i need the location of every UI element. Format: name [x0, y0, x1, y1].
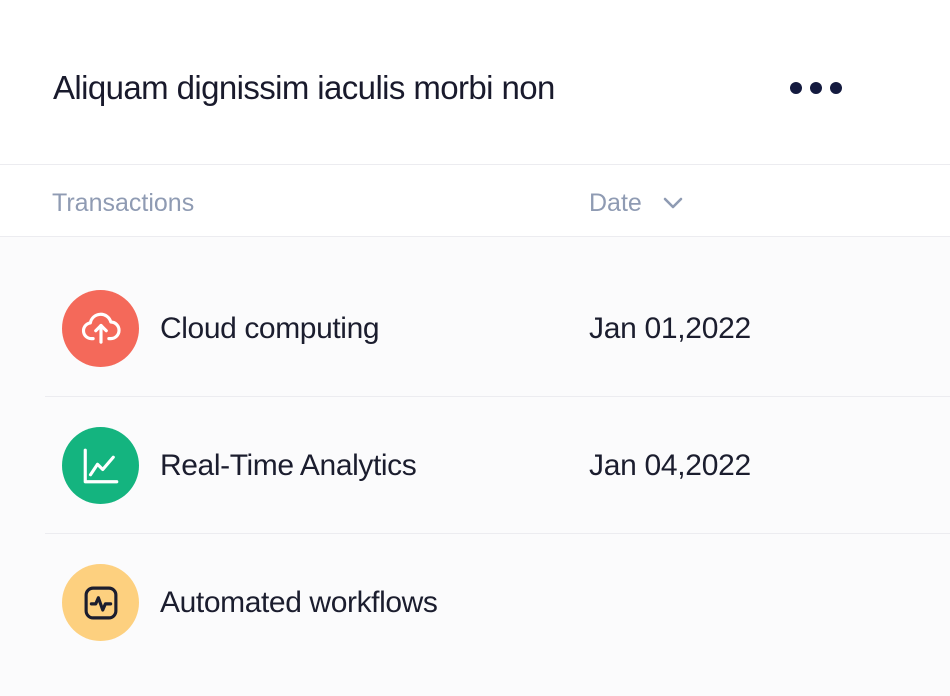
row-name: Real-Time Analytics [160, 449, 417, 482]
row-name: Cloud computing [160, 312, 380, 345]
table-row[interactable]: Real-Time Analytics Jan 04,2022 [45, 397, 950, 534]
column-header-transactions: Transactions [52, 189, 195, 217]
cloud-upload-icon [62, 290, 139, 367]
chevron-down-icon [663, 197, 683, 209]
row-date: Jan 01,2022 [589, 312, 751, 345]
transactions-card: Aliquam dignissim iaculis morbi non Tran… [0, 0, 950, 696]
line-chart-icon [62, 427, 139, 504]
more-dot-icon [790, 82, 802, 94]
more-options-button[interactable] [786, 78, 846, 98]
card-title: Aliquam dignissim iaculis morbi non [53, 69, 555, 106]
more-dot-icon [810, 82, 822, 94]
column-header-date-sort[interactable]: Date [589, 187, 684, 219]
column-header-date: Date [589, 189, 642, 217]
table-header: Transactions Date [0, 165, 950, 237]
row-name: Automated workflows [160, 586, 438, 619]
row-date: Jan 04,2022 [589, 449, 751, 482]
card-header: Aliquam dignissim iaculis morbi non [0, 0, 950, 165]
more-dot-icon [830, 82, 842, 94]
activity-icon [62, 564, 139, 641]
table-row[interactable]: Cloud computing Jan 01,2022 [45, 260, 950, 397]
table-row[interactable]: Automated workflows [45, 534, 950, 671]
